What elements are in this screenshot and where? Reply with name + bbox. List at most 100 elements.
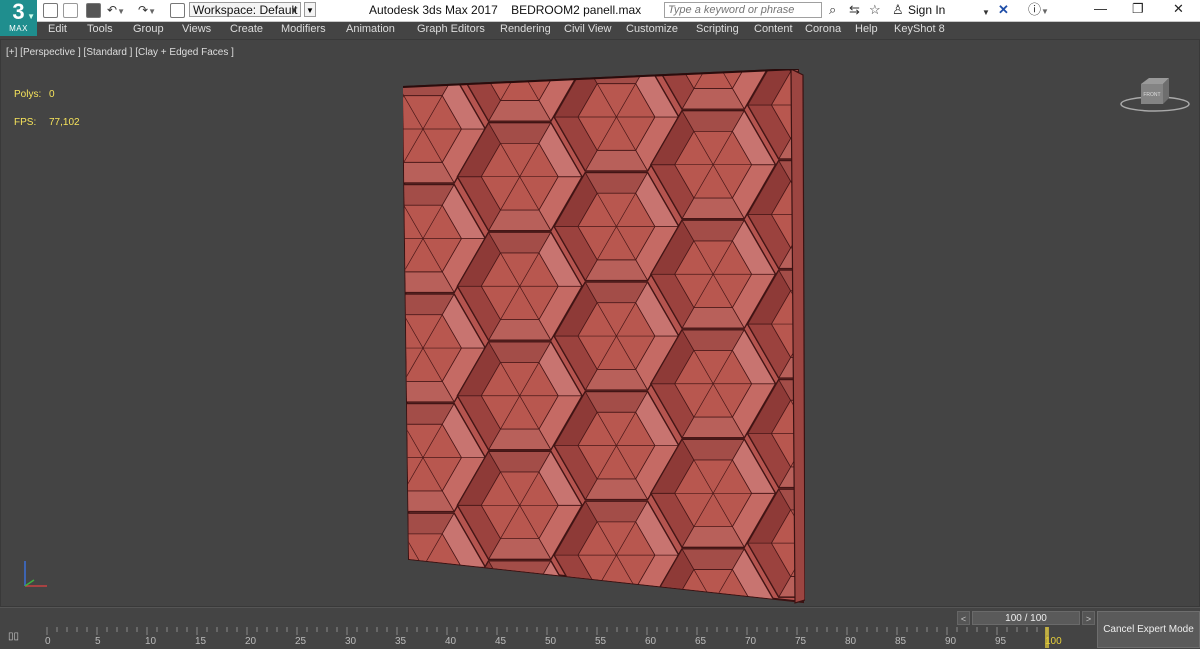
viewport-label[interactable]: [+] [Perspective ] [Standard ] [Clay + E…: [6, 47, 234, 58]
logo-text: MAX: [9, 24, 28, 33]
menu-animation[interactable]: Animation: [346, 23, 395, 35]
menu-tools[interactable]: Tools: [87, 23, 113, 35]
search-input[interactable]: [664, 2, 822, 18]
hex-bevel: [403, 457, 405, 513]
app-logo-button[interactable]: 3 MAX ▼: [0, 0, 37, 36]
binoculars-icon[interactable]: ⌕: [829, 3, 836, 17]
workspace-label: Workspace: Default: [193, 3, 298, 17]
fps-value: 77,102: [49, 117, 80, 128]
hex-face: [480, 581, 559, 602]
hex-bevel: [403, 69, 405, 74]
track-tick-label: 65: [695, 636, 707, 647]
chevron-down-icon: ▼: [27, 12, 35, 21]
undo-icon[interactable]: ↶▼: [107, 2, 125, 18]
track-tick-label: 20: [245, 636, 257, 647]
workspace-dropdown[interactable]: Workspace: Default ▼: [189, 2, 301, 17]
menu-edit[interactable]: Edit: [48, 23, 67, 35]
restore-icon[interactable]: ❐: [1132, 1, 1144, 17]
axis-gizmo-icon: [24, 561, 47, 587]
menu-create[interactable]: Create: [230, 23, 263, 35]
track-tick-label: 85: [895, 636, 907, 647]
track-tick-label: 35: [395, 636, 407, 647]
star-icon[interactable]: ☆: [869, 3, 881, 17]
hex-bevel: [403, 566, 405, 602]
viewcube-icon[interactable]: FRONT: [1119, 74, 1191, 114]
menu-rendering[interactable]: Rendering: [500, 23, 551, 35]
hex-bevel: [403, 347, 405, 403]
menu-graph-editors[interactable]: Graph Editors: [417, 23, 485, 35]
chevron-down-icon: ▼: [290, 6, 298, 15]
track-tick-label: 70: [745, 636, 757, 647]
window-title: Autodesk 3ds Max 2017 BEDROOM2 panell.ma…: [369, 3, 641, 17]
file-name: BEDROOM2 panell.max: [511, 3, 642, 17]
open-file-icon[interactable]: [63, 2, 79, 19]
save-icon[interactable]: [86, 2, 102, 19]
viewcube-face-label: FRONT: [1143, 92, 1160, 98]
prev-frame-button[interactable]: <: [957, 611, 970, 625]
hexagon-panel-model[interactable]: [403, 69, 805, 604]
track-tick-label: 95: [995, 636, 1007, 647]
track-tick-label: 80: [845, 636, 857, 647]
cancel-expert-mode-button[interactable]: Cancel Expert Mode: [1097, 611, 1200, 648]
hex-wire-edge: [500, 581, 540, 602]
track-tick-label: 75: [795, 636, 807, 647]
time-slider[interactable]: 100 / 100: [972, 611, 1080, 625]
exchange-icon[interactable]: ✕: [998, 3, 1009, 17]
close-icon[interactable]: ✕: [1173, 1, 1184, 17]
track-tick-label: 5: [95, 636, 101, 647]
hex-bevel: [403, 512, 405, 568]
exchange-icon[interactable]: ⇆: [849, 3, 860, 17]
user-icon[interactable]: ♙: [892, 3, 904, 17]
hex-wire-edge: [500, 581, 540, 602]
polys-label: Polys:: [14, 89, 42, 100]
hex-bevel: [651, 603, 694, 604]
title-bar: ↶▼ ↷▼ Workspace: Default ▼ ▼ Autodesk 3d…: [0, 0, 1200, 22]
hex-bevel: [403, 69, 455, 74]
help-icon[interactable]: ⓘ▼: [1028, 3, 1049, 19]
track-tick-label: 55: [595, 636, 607, 647]
menu-customize[interactable]: Customize: [626, 23, 678, 35]
menu-help[interactable]: Help: [855, 23, 878, 35]
polys-value: 0: [49, 89, 55, 100]
track-tick-label: 60: [645, 636, 657, 647]
hex-bevel: [403, 600, 455, 602]
menu-corona[interactable]: Corona: [805, 23, 841, 35]
hex-bevel: [441, 69, 486, 74]
track-tick-label: 100: [1045, 636, 1062, 647]
menu-content[interactable]: Content: [754, 23, 793, 35]
redo-icon[interactable]: ↷▼: [138, 2, 156, 18]
track-tick-label: 0: [45, 636, 51, 647]
track-tick-label: 90: [945, 636, 957, 647]
track-tick-label: 40: [445, 636, 457, 647]
hex-cell: [403, 69, 487, 75]
minimize-icon[interactable]: —: [1094, 1, 1107, 16]
chevron-down-icon[interactable]: ▼: [982, 6, 990, 20]
track-tick-label: 10: [145, 636, 157, 647]
app-title: Autodesk 3ds Max 2017: [369, 3, 498, 17]
hex-bevel: [403, 293, 405, 349]
track-tick-label: 25: [295, 636, 307, 647]
track-tick-label: 30: [345, 636, 357, 647]
menu-group[interactable]: Group: [133, 23, 164, 35]
menu-scripting[interactable]: Scripting: [696, 23, 739, 35]
menu-modifiers[interactable]: Modifiers: [281, 23, 326, 35]
hex-bevel: [441, 566, 486, 602]
track-tick-label: 15: [195, 636, 207, 647]
hex-bevel: [732, 603, 775, 604]
fps-label: FPS:: [14, 117, 37, 128]
menu-civil-view[interactable]: Civil View: [564, 23, 611, 35]
sign-in-button[interactable]: Sign In: [908, 3, 945, 17]
workspace-options-button[interactable]: ▼: [304, 2, 316, 17]
next-frame-button[interactable]: >: [1082, 611, 1095, 625]
menu-bar: Edit Tools Group Views Create Modifiers …: [37, 22, 1200, 38]
new-file-icon[interactable]: [43, 2, 59, 19]
menu-views[interactable]: Views: [182, 23, 211, 35]
project-folder-icon[interactable]: [170, 2, 186, 19]
track-tick-label: 50: [545, 636, 557, 647]
hex-bevel: [403, 238, 405, 294]
menu-keyshot[interactable]: KeyShot 8: [894, 23, 945, 35]
hex-bevel: [584, 588, 649, 602]
hex-bevel: [403, 403, 405, 459]
track-tick-label: 45: [495, 636, 507, 647]
perspective-viewport[interactable]: [+] [Perspective ] [Standard ] [Clay + E…: [0, 39, 1200, 607]
